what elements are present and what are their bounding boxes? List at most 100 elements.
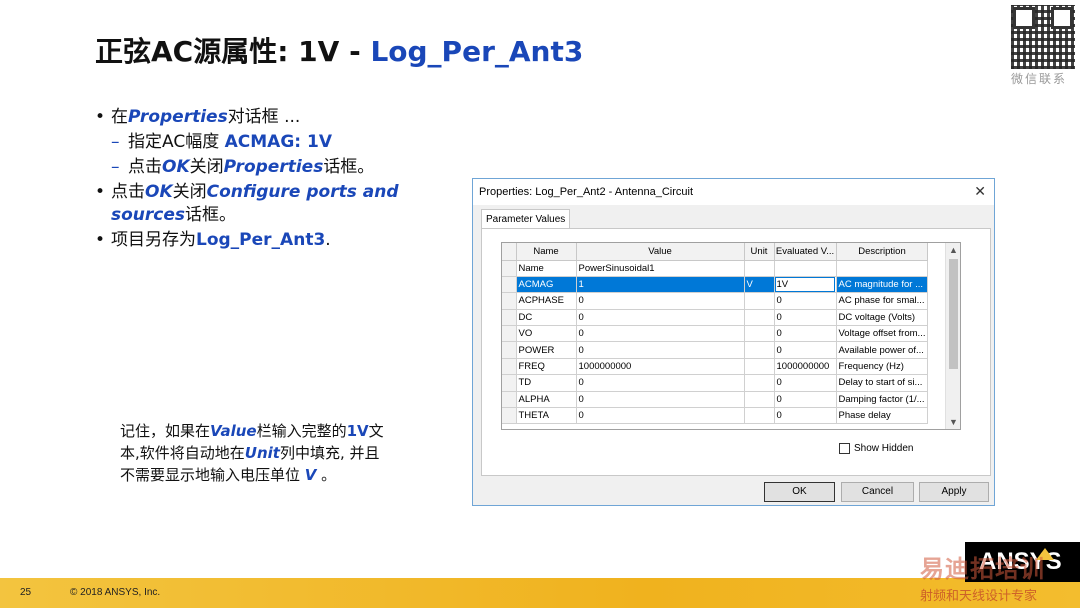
- vertical-scrollbar[interactable]: ▲ ▼: [945, 243, 960, 429]
- parameter-table: Name Value Unit Evaluated V... Descripti…: [502, 243, 929, 425]
- cell-unit[interactable]: [744, 407, 775, 425]
- watermark-slogan: 射频和天线设计专家: [920, 589, 1038, 604]
- table-row[interactable]: TD 0 0 Delay to start of si...: [502, 374, 929, 392]
- text: 点击: [128, 157, 162, 177]
- cell-value[interactable]: 0: [576, 341, 745, 359]
- cell-unit[interactable]: [744, 374, 775, 392]
- cell-value[interactable]: 0: [576, 325, 745, 343]
- em-text: Properties: [128, 107, 228, 127]
- dialog-titlebar[interactable]: Properties: Log_Per_Ant2 - Antenna_Circu…: [473, 179, 994, 205]
- table-row[interactable]: Name PowerSinusoidal1: [502, 260, 929, 277]
- table-row[interactable]: THETA 0 0 Phase delay: [502, 407, 929, 425]
- cell-unit[interactable]: [744, 391, 775, 409]
- scroll-thumb[interactable]: [949, 259, 958, 369]
- bullet-save-as: 项目另存为Log_Per_Ant3.: [95, 229, 425, 252]
- scroll-down-icon[interactable]: ▼: [946, 415, 960, 429]
- cell-value[interactable]: 0: [576, 407, 745, 425]
- bullet-configure-ports: 点击OK关闭Configure ports and sources话框。: [95, 181, 425, 227]
- tab-parameter-values[interactable]: Parameter Values: [481, 209, 571, 229]
- title-main: 正弦AC源属性: 1V -: [95, 35, 371, 68]
- table-row[interactable]: DC 0 0 DC voltage (Volts): [502, 309, 929, 327]
- close-icon[interactable]: ✕: [974, 183, 986, 200]
- cell-value[interactable]: 0: [576, 309, 745, 327]
- sub-bullet-acmag: 指定AC幅度 ACMAG: 1V: [95, 131, 425, 154]
- cell-description: AC phase for smal...: [836, 292, 929, 310]
- text: 在: [111, 107, 128, 127]
- row-gutter: [502, 358, 517, 376]
- column-header-evaluated[interactable]: Evaluated V...: [774, 243, 837, 261]
- cell-evaluated: 0: [774, 325, 837, 343]
- scroll-up-icon[interactable]: ▲: [946, 243, 960, 257]
- cell-name: ALPHA: [516, 391, 577, 409]
- cell-value[interactable]: 1000000000: [576, 358, 745, 376]
- cell-value[interactable]: 0: [576, 391, 745, 409]
- text: 项目另存为: [111, 230, 196, 250]
- cell-unit[interactable]: [744, 309, 775, 327]
- table-row[interactable]: FREQ 1000000000 1000000000 Frequency (Hz): [502, 358, 929, 376]
- em-text: Properties: [223, 157, 324, 177]
- column-header-value[interactable]: Value: [576, 243, 745, 261]
- cell-unit[interactable]: [744, 325, 775, 343]
- row-gutter: [502, 391, 517, 409]
- row-gutter: [502, 374, 517, 392]
- show-hidden-checkbox[interactable]: [839, 443, 850, 454]
- em-text: OK: [162, 157, 190, 177]
- cell-unit[interactable]: V: [744, 276, 775, 294]
- cell-evaluated: 0: [774, 407, 837, 425]
- row-gutter: [502, 309, 517, 327]
- row-gutter: [502, 325, 517, 343]
- cell-description: [836, 260, 929, 277]
- cell-value[interactable]: 1: [576, 276, 745, 294]
- cell-value[interactable]: PowerSinusoidal1: [576, 260, 745, 277]
- copyright: © 2018 ANSYS, Inc.: [70, 587, 161, 598]
- ok-button[interactable]: OK: [764, 482, 835, 502]
- cell-name: THETA: [516, 407, 577, 425]
- cell-evaluated: 0: [774, 374, 837, 392]
- table-row[interactable]: POWER 0 0 Available power of...: [502, 341, 929, 359]
- parameter-grid: Name Value Unit Evaluated V... Descripti…: [501, 242, 961, 430]
- dialog-title: Properties: Log_Per_Ant2 - Antenna_Circu…: [479, 186, 694, 198]
- cell-evaluated: [774, 260, 837, 277]
- cell-unit[interactable]: [744, 358, 775, 376]
- column-header-unit[interactable]: Unit: [744, 243, 775, 261]
- cell-value[interactable]: 0: [576, 292, 745, 310]
- text: 话框。: [185, 205, 237, 225]
- column-header-description[interactable]: Description: [836, 243, 929, 261]
- column-header-name[interactable]: Name: [516, 243, 577, 261]
- em-text: OK: [145, 182, 173, 202]
- cell-description: Voltage offset from...: [836, 325, 929, 343]
- apply-button[interactable]: Apply: [919, 482, 989, 502]
- cell-description: AC magnitude for ...: [836, 276, 929, 294]
- page-number: 25: [20, 587, 32, 598]
- table-header: Name Value Unit Evaluated V... Descripti…: [502, 243, 929, 261]
- text: 。: [316, 466, 337, 484]
- sub-bullet-ok-close: 点击OK关闭Properties话框。: [95, 156, 425, 179]
- text: 话框。: [323, 157, 375, 177]
- text: .: [325, 230, 331, 250]
- note-text: 记住，如果在Value栏输入完整的1V文本,软件将自动地在Unit列中填充, 并…: [120, 420, 390, 486]
- table-row-selected[interactable]: ACMAG 1 V 1V AC magnitude for ...: [502, 276, 929, 294]
- table-row[interactable]: ACPHASE 0 0 AC phase for smal...: [502, 292, 929, 310]
- qr-caption: 微信联系: [1011, 72, 1068, 86]
- cell-name: VO: [516, 325, 577, 343]
- cell-evaluated: 1000000000: [774, 358, 837, 376]
- cell-evaluated: 0: [774, 341, 837, 359]
- cell-evaluated: 0: [774, 309, 837, 327]
- em-text: Value: [210, 422, 257, 440]
- table-row[interactable]: VO 0 0 Voltage offset from...: [502, 325, 929, 343]
- cell-name: TD: [516, 374, 577, 392]
- cell-unit[interactable]: [744, 341, 775, 359]
- text: 指定AC幅度: [128, 132, 225, 152]
- cell-name: FREQ: [516, 358, 577, 376]
- watermark-brand: 易迪拓培训: [920, 555, 1045, 583]
- show-hidden-option[interactable]: Show Hidden: [839, 443, 913, 454]
- table-row[interactable]: ALPHA 0 0 Damping factor (1/...: [502, 391, 929, 409]
- cell-unit[interactable]: [744, 292, 775, 310]
- row-gutter: [502, 292, 517, 310]
- cell-unit[interactable]: [744, 260, 775, 277]
- text: 对话框 ...: [227, 107, 301, 127]
- cancel-button[interactable]: Cancel: [841, 482, 914, 502]
- em-text: 1V: [346, 422, 369, 440]
- cell-value[interactable]: 0: [576, 374, 745, 392]
- row-gutter: [502, 260, 517, 277]
